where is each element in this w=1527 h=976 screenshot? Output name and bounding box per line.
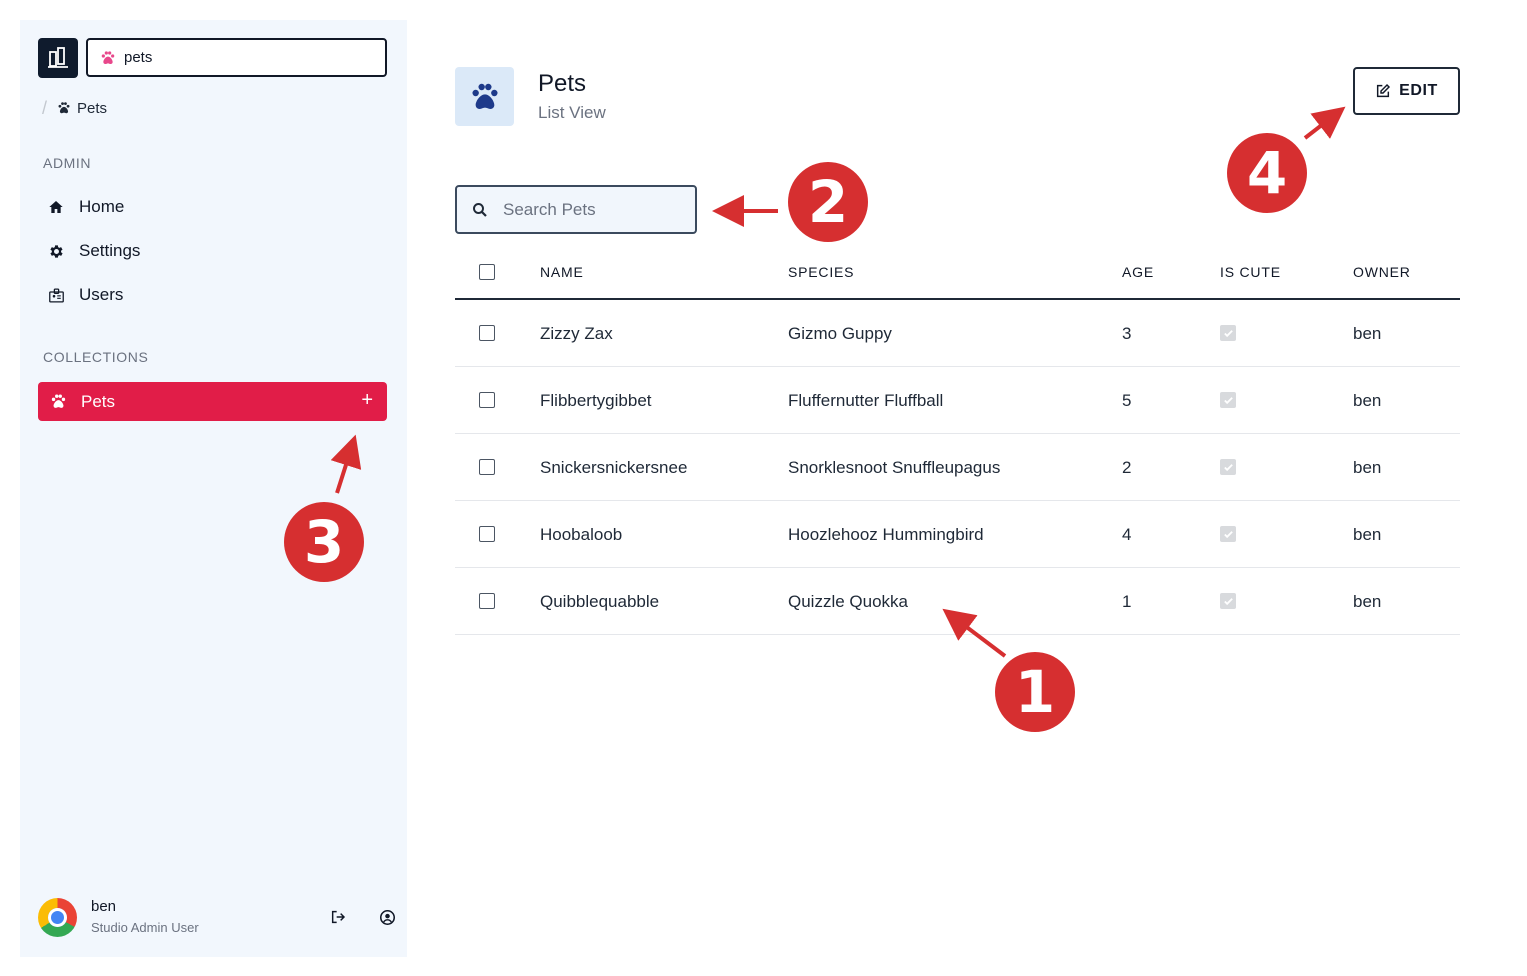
select-all-checkbox[interactable] <box>479 264 495 280</box>
cell-is-cute-checkbox <box>1220 325 1236 341</box>
cell-age: 3 <box>1122 324 1132 343</box>
edit-button-label: EDIT <box>1399 82 1438 99</box>
breadcrumb-item[interactable]: Pets <box>77 100 107 117</box>
section-label-collections: COLLECTIONS <box>43 349 149 365</box>
cell-is-cute-checkbox <box>1220 593 1236 609</box>
row-checkbox[interactable] <box>479 526 495 542</box>
check-icon <box>1223 329 1233 337</box>
annotation-badge-2: 2 <box>788 162 868 242</box>
row-checkbox[interactable] <box>479 459 495 475</box>
sidebar-item-users[interactable]: Users <box>47 282 123 308</box>
user-role: Studio Admin User <box>91 920 199 935</box>
paw-icon <box>101 50 115 64</box>
cell-is-cute-checkbox <box>1220 526 1236 542</box>
column-header-is-cute[interactable]: IS CUTE <box>1220 264 1281 280</box>
check-icon <box>1223 463 1233 471</box>
column-header-species[interactable]: SPECIES <box>788 264 854 280</box>
cell-name: Quibblequabble <box>540 592 660 611</box>
row-checkbox[interactable] <box>479 392 495 408</box>
cell-is-cute-checkbox <box>1220 392 1236 408</box>
row-checkbox[interactable] <box>479 325 495 341</box>
table-row[interactable]: Snickersnickersnee Snorklesnoot Snuffleu… <box>455 434 1460 501</box>
sidebar-item-label: Home <box>79 197 125 216</box>
workspace-switcher[interactable]: pets <box>86 38 387 77</box>
search-field[interactable] <box>455 185 697 234</box>
paw-icon <box>51 394 66 408</box>
annotation-badge-4: 4 <box>1227 133 1307 213</box>
annotation-badge-1: 1 <box>995 652 1075 732</box>
section-label-admin: ADMIN <box>43 155 92 171</box>
app-logo[interactable] <box>38 38 78 78</box>
logout-icon <box>331 910 346 924</box>
annotation-arrow-4 <box>1303 106 1346 140</box>
table-row[interactable]: Quibblequabble Quizzle Quokka 1 ben <box>455 568 1460 635</box>
table-row[interactable]: Zizzy Zax Gizmo Guppy 3 ben <box>455 300 1460 367</box>
sidebar-item-settings[interactable]: Settings <box>47 238 140 264</box>
add-pet-button[interactable]: + <box>361 390 373 410</box>
cell-owner: ben <box>1353 525 1382 544</box>
cell-owner: ben <box>1353 458 1382 477</box>
collection-icon-tile <box>455 67 514 126</box>
cell-owner: ben <box>1353 592 1382 611</box>
cell-age: 4 <box>1122 525 1132 544</box>
search-input[interactable] <box>501 198 671 221</box>
sidebar-item-pets[interactable]: Pets + <box>38 382 387 421</box>
check-icon <box>1223 396 1233 404</box>
cell-owner: ben <box>1353 324 1382 343</box>
cell-name: Flibbertygibbet <box>540 391 652 410</box>
pets-table: NAME SPECIES AGE IS CUTE OWNER Zizzy Zax… <box>455 250 1460 635</box>
cell-species: Gizmo Guppy <box>788 324 892 343</box>
home-icon <box>47 198 65 216</box>
workspace-switcher-value: pets <box>124 49 153 66</box>
user-name: ben <box>91 898 117 915</box>
gear-icon <box>47 242 65 260</box>
account-button[interactable] <box>376 906 398 928</box>
cell-age: 2 <box>1122 458 1132 477</box>
sidebar-item-label: Pets <box>81 391 116 411</box>
badge-icon <box>47 286 65 304</box>
cell-name: Zizzy Zax <box>540 324 613 343</box>
page-subtitle: List View <box>538 103 606 122</box>
cell-is-cute-checkbox <box>1220 459 1236 475</box>
cell-species: Fluffernutter Fluffball <box>788 391 944 410</box>
avatar[interactable] <box>38 898 77 937</box>
edit-button[interactable]: EDIT <box>1353 67 1460 115</box>
cell-age: 1 <box>1122 592 1132 611</box>
studio-logo-icon <box>48 47 68 68</box>
annotation-badge-3: 3 <box>284 502 364 582</box>
column-header-age[interactable]: AGE <box>1122 264 1154 280</box>
column-header-owner[interactable]: OWNER <box>1353 264 1411 280</box>
check-icon <box>1223 530 1233 538</box>
breadcrumb-separator: / <box>42 97 48 118</box>
cell-species: Hoozlehooz Hummingbird <box>788 525 984 544</box>
breadcrumb: / Pets <box>42 98 107 118</box>
cell-owner: ben <box>1353 391 1382 410</box>
table-row[interactable]: Flibbertygibbet Fluffernutter Fluffball … <box>455 367 1460 434</box>
search-icon <box>473 202 487 217</box>
logout-button[interactable] <box>327 906 349 928</box>
account-circle-icon <box>379 909 395 925</box>
row-checkbox[interactable] <box>479 593 495 609</box>
cell-name: Snickersnickersnee <box>540 458 688 477</box>
cell-age: 5 <box>1122 391 1132 410</box>
check-icon <box>1223 597 1233 605</box>
paw-icon <box>58 102 70 114</box>
sidebar: pets / Pets ADMIN Home Settings Users CO… <box>20 20 407 957</box>
paw-icon <box>471 83 498 109</box>
sidebar-item-label: Settings <box>79 241 141 260</box>
column-header-name[interactable]: NAME <box>540 264 584 280</box>
user-panel: ben Studio Admin User <box>38 898 395 942</box>
cell-species: Snorklesnoot Snuffleupagus <box>788 458 1001 477</box>
sidebar-item-label: Users <box>79 285 124 304</box>
sidebar-item-home[interactable]: Home <box>47 194 124 220</box>
cell-species: Quizzle Quokka <box>788 592 908 611</box>
page-title: Pets <box>538 70 587 97</box>
table-row[interactable]: Hoobaloob Hoozlehooz Hummingbird 4 ben <box>455 501 1460 568</box>
edit-icon <box>1376 83 1391 98</box>
table-header: NAME SPECIES AGE IS CUTE OWNER <box>455 250 1460 300</box>
cell-name: Hoobaloob <box>540 525 623 544</box>
